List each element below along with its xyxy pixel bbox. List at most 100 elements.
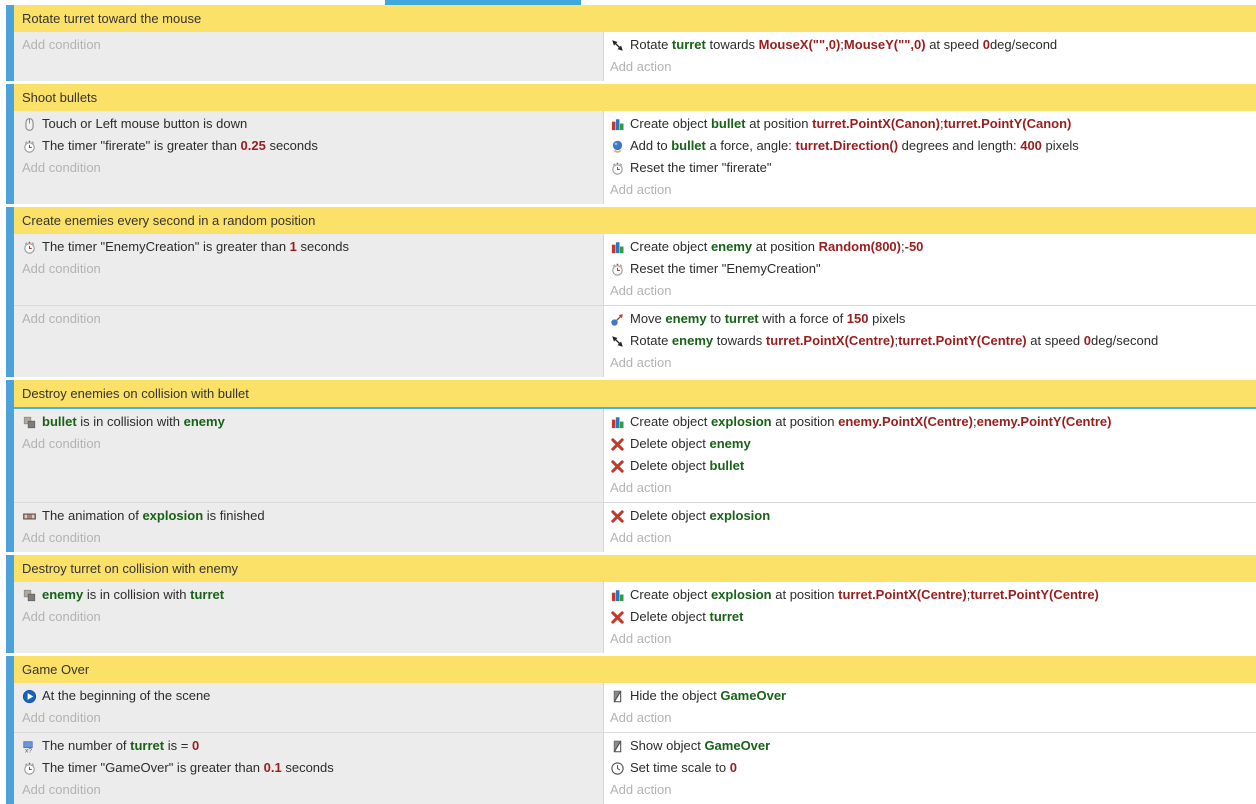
timer-icon xyxy=(610,160,627,176)
item-text: Show object GameOver xyxy=(630,735,770,757)
create-icon xyxy=(610,587,627,603)
action-item[interactable]: Rotate turret towards MouseX("",0);Mouse… xyxy=(610,34,1256,56)
timer-icon xyxy=(22,760,39,776)
event-group-header[interactable]: Destroy enemies on collision with bullet xyxy=(14,380,1256,407)
condition-item[interactable]: bullet is in collision with enemy xyxy=(22,411,603,433)
text-segment: explosion xyxy=(711,587,772,602)
add-condition-button[interactable]: Add condition xyxy=(22,606,603,628)
condition-item[interactable]: enemy is in collision with turret xyxy=(22,584,603,606)
action-item[interactable]: Reset the timer "EnemyCreation" xyxy=(610,258,1256,280)
event-group-header[interactable]: Create enemies every second in a random … xyxy=(14,207,1256,234)
event-row: Touch or Left mouse button is downThe ti… xyxy=(14,111,1256,204)
event-group-header[interactable]: Shoot bullets xyxy=(14,84,1256,111)
add-action-button[interactable]: Add action xyxy=(610,477,1256,499)
add-action-button[interactable]: Add action xyxy=(610,707,1256,729)
add-condition-button[interactable]: Add condition xyxy=(22,779,603,801)
event-group-header[interactable]: Game Over xyxy=(14,656,1256,683)
text-segment: turret.Direction() xyxy=(796,138,899,153)
text-segment: enemy xyxy=(710,436,751,451)
condition-item[interactable]: The timer "EnemyCreation" is greater tha… xyxy=(22,236,603,258)
condition-item[interactable]: The timer "firerate" is greater than 0.2… xyxy=(22,135,603,157)
add-action-button[interactable]: Add action xyxy=(610,352,1256,374)
text-segment: enemy xyxy=(665,311,706,326)
text-segment: Create object xyxy=(630,587,711,602)
add-action-button[interactable]: Add action xyxy=(610,280,1256,302)
text-segment: GameOver xyxy=(720,688,786,703)
add-condition-button[interactable]: Add condition xyxy=(22,433,603,455)
add-condition-button[interactable]: Add condition xyxy=(22,308,603,330)
delete-icon xyxy=(610,458,627,474)
force-icon xyxy=(610,138,627,154)
condition-item[interactable]: The timer "GameOver" is greater than 0.1… xyxy=(22,757,603,779)
text-segment: Set time scale to xyxy=(630,760,730,775)
action-item[interactable]: Show object GameOver xyxy=(610,735,1256,757)
item-text: Create object bullet at position turret.… xyxy=(630,113,1071,135)
condition-item[interactable]: x?The number of turret is = 0 xyxy=(22,735,603,757)
event-row: The animation of explosion is finishedAd… xyxy=(14,502,1256,552)
condition-item[interactable]: Touch or Left mouse button is down xyxy=(22,113,603,135)
text-segment: turret.PointY(Centre) xyxy=(970,587,1099,602)
actions-panel: Hide the object GameOverAdd action xyxy=(604,683,1256,732)
item-text: The number of turret is = 0 xyxy=(42,735,199,757)
add-condition-button[interactable]: Add condition xyxy=(22,258,603,280)
text-segment: Create object xyxy=(630,414,711,429)
action-item[interactable]: Delete object bullet xyxy=(610,455,1256,477)
text-segment: turret.PointY(Centre) xyxy=(898,333,1027,348)
text-segment: The timer "firerate" is greater than xyxy=(42,138,241,153)
item-text: Set time scale to 0 xyxy=(630,757,737,779)
text-segment: seconds xyxy=(266,138,318,153)
add-action-button[interactable]: Add action xyxy=(610,628,1256,650)
action-item[interactable]: Delete object turret xyxy=(610,606,1256,628)
conditions-panel: bullet is in collision with enemyAdd con… xyxy=(14,409,604,502)
add-action-button[interactable]: Add action xyxy=(610,56,1256,78)
text-segment: pixels xyxy=(869,311,906,326)
action-item[interactable]: Add to bullet a force, angle: turret.Dir… xyxy=(610,135,1256,157)
event-group-header[interactable]: Destroy turret on collision with enemy xyxy=(14,555,1256,582)
action-item[interactable]: Delete object explosion xyxy=(610,505,1256,527)
text-segment: Show object xyxy=(630,738,704,753)
add-action-button[interactable]: Add action xyxy=(610,779,1256,801)
action-item[interactable]: Create object bullet at position turret.… xyxy=(610,113,1256,135)
action-item[interactable]: Create object explosion at position turr… xyxy=(610,584,1256,606)
event-group: Rotate turret toward the mouseAdd condit… xyxy=(6,5,1256,81)
add-condition-button[interactable]: Add condition xyxy=(22,34,603,56)
action-item[interactable]: Set time scale to 0 xyxy=(610,757,1256,779)
action-item[interactable]: Create object explosion at position enem… xyxy=(610,411,1256,433)
text-segment: at position xyxy=(752,239,819,254)
group-title: Shoot bullets xyxy=(22,90,97,105)
text-segment: towards xyxy=(706,37,759,52)
text-segment: enemy.PointX(Centre) xyxy=(838,414,973,429)
timer-icon xyxy=(610,261,627,277)
condition-item[interactable]: At the beginning of the scene xyxy=(22,685,603,707)
conditions-panel: The timer "EnemyCreation" is greater tha… xyxy=(14,234,604,305)
text-segment: at position xyxy=(746,116,813,131)
action-item[interactable]: Delete object enemy xyxy=(610,433,1256,455)
item-text: Reset the timer "EnemyCreation" xyxy=(630,258,821,280)
collision-icon xyxy=(22,587,39,603)
action-item[interactable]: Move enemy to turret with a force of 150… xyxy=(610,308,1256,330)
text-segment: -50 xyxy=(905,239,924,254)
add-condition-button[interactable]: Add condition xyxy=(22,707,603,729)
clock-icon xyxy=(610,760,627,776)
action-item[interactable]: Rotate enemy towards turret.PointX(Centr… xyxy=(610,330,1256,352)
action-item[interactable]: Create object enemy at position Random(8… xyxy=(610,236,1256,258)
timer-icon xyxy=(22,138,39,154)
action-item[interactable]: Reset the timer "firerate" xyxy=(610,157,1256,179)
item-text: Delete object bullet xyxy=(630,455,744,477)
item-text: The animation of explosion is finished xyxy=(42,505,265,527)
actions-panel: Create object explosion at position enem… xyxy=(604,409,1256,502)
add-condition-button[interactable]: Add condition xyxy=(22,157,603,179)
item-text: Move enemy to turret with a force of 150… xyxy=(630,308,905,330)
text-segment: turret xyxy=(672,37,706,52)
add-action-button[interactable]: Add action xyxy=(610,179,1256,201)
item-text: Delete object turret xyxy=(630,606,743,628)
event-sheet: Rotate turret toward the mouseAdd condit… xyxy=(0,5,1256,804)
event-group-header[interactable]: Rotate turret toward the mouse xyxy=(14,5,1256,32)
actions-panel: Delete object explosionAdd action xyxy=(604,503,1256,552)
event-group: Destroy turret on collision with enemyen… xyxy=(6,555,1256,653)
condition-item[interactable]: The animation of explosion is finished xyxy=(22,505,603,527)
action-item[interactable]: Hide the object GameOver xyxy=(610,685,1256,707)
add-action-button[interactable]: Add action xyxy=(610,527,1256,549)
text-segment: turret.PointY(Canon) xyxy=(944,116,1072,131)
add-condition-button[interactable]: Add condition xyxy=(22,527,603,549)
